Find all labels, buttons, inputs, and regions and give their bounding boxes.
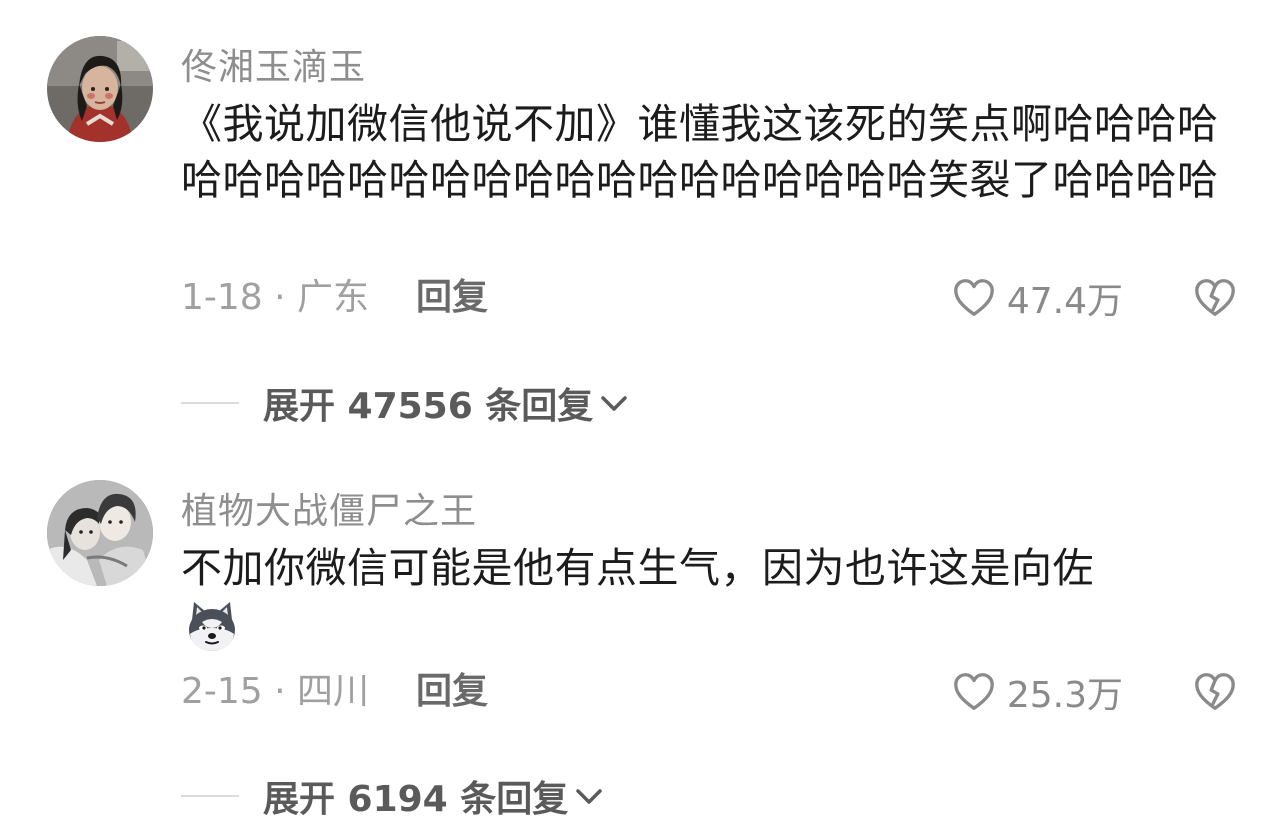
like-count: 25.3万 <box>1006 675 1123 716</box>
comment-username[interactable]: 植物大战僵尸之王 <box>181 482 477 534</box>
comment-item: 植物大战僵尸之王 不加你微信可能是他有点生气，因为也许这是向佐 2-15 · 四… <box>0 0 1288 820</box>
broken-heart-icon[interactable] <box>1192 669 1238 715</box>
expand-replies-button[interactable]: 展开 6194 条回复 <box>181 771 606 821</box>
expand-replies-label: 展开 6194 条回复 <box>263 779 569 820</box>
chevron-down-icon <box>576 789 603 804</box>
comment-date-location: 2-15 · 四川 <box>181 671 370 712</box>
divider-line <box>181 795 239 797</box>
comment-meta: 2-15 · 四川 回复 25.3万 <box>181 667 1248 717</box>
dog-emoji-icon <box>189 602 235 651</box>
reply-button[interactable]: 回复 <box>416 667 488 717</box>
heart-outline-icon <box>953 673 994 710</box>
comment-emoji <box>184 598 240 658</box>
comment-content: 不加你微信可能是他有点生气，因为也许这是向佐 <box>181 544 1094 592</box>
avatar[interactable] <box>47 480 153 586</box>
like-button[interactable]: 25.3万 <box>951 667 1123 717</box>
